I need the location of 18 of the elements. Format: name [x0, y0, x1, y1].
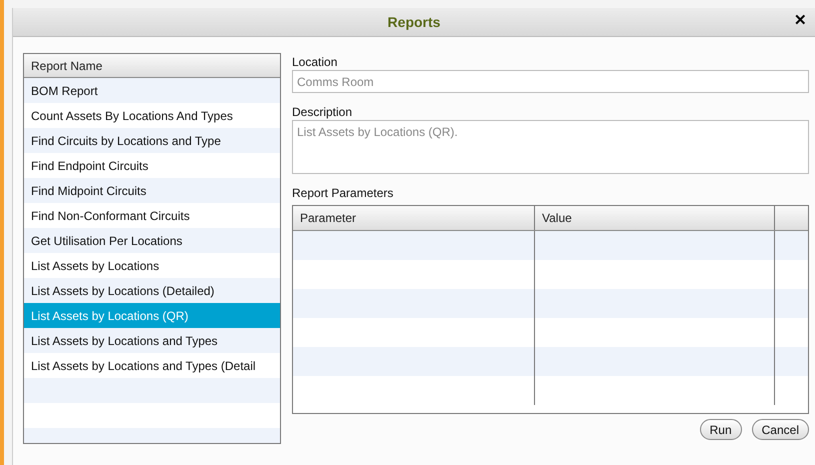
parameters-label: Report Parameters	[292, 185, 394, 201]
report-item[interactable]: List Assets by Locations (Detailed)	[24, 278, 280, 303]
location-label: Location	[292, 54, 338, 70]
dialog-title: Reports	[388, 12, 440, 32]
report-item[interactable]: List Assets by Locations and Types	[24, 328, 280, 353]
report-item[interactable]: Find Circuits by Locations and Type	[24, 128, 280, 153]
report-item[interactable]: Find Midpoint Circuits	[24, 178, 280, 203]
column-header: Parameter	[293, 206, 535, 230]
column-header: Report Name	[24, 54, 280, 78]
run-button[interactable]: Run	[700, 419, 742, 440]
description-label: Description	[292, 104, 354, 120]
report-item[interactable]: BOM Report	[24, 78, 280, 103]
column-header: Value	[535, 206, 775, 230]
location-field[interactable]: Comms Room	[292, 70, 809, 93]
close-button[interactable]: ✕	[794, 13, 807, 28]
report-item[interactable]: Get Utilisation Per Locations	[24, 228, 280, 253]
description-field[interactable]: List Assets by Locations (QR).	[292, 120, 809, 174]
cancel-button[interactable]: Cancel	[752, 419, 809, 440]
